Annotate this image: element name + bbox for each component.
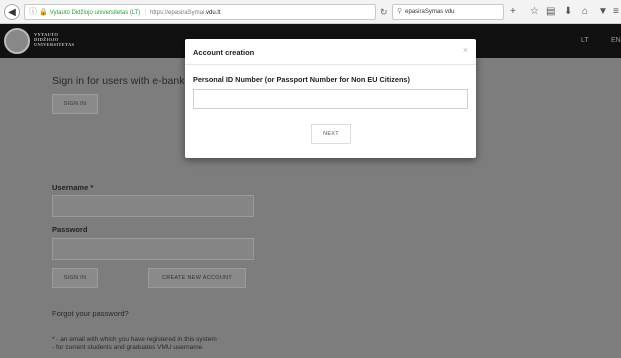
language-en-link[interactable]: EN <box>611 37 621 44</box>
username-label: Username * <box>52 183 94 192</box>
browser-search-input[interactable]: ⚲ epasiraSymas vdu <box>392 4 504 20</box>
modal-divider <box>185 64 476 65</box>
personal-id-label: Personal ID Number (or Passport Number f… <box>193 75 410 84</box>
create-account-button[interactable]: CREATE NEW ACCOUNT <box>148 268 246 288</box>
pocket-icon[interactable]: ▼ <box>598 5 608 19</box>
sso-signin-button[interactable]: SIGN IN <box>52 94 98 114</box>
search-icon: ⚲ <box>397 8 403 15</box>
url-bar[interactable]: ⓘ 🔒 Vytauto Didžiojo universitetas (LT) | ht… <box>24 4 376 20</box>
home-icon[interactable]: ⌂ <box>582 5 588 19</box>
password-input[interactable] <box>52 238 254 260</box>
download-icon[interactable]: ⬇ <box>564 5 572 19</box>
site-identity: Vytauto Didžiojo universitetas (LT) <box>49 10 141 16</box>
language-lt-link[interactable]: LT <box>581 37 589 44</box>
modal-title: Account creation <box>193 48 255 57</box>
username-input[interactable] <box>52 195 254 217</box>
star-icon[interactable]: ☆ <box>530 5 539 19</box>
bookmarks-icon[interactable]: ▤ <box>546 5 555 19</box>
url-domain: vdu.lt <box>206 10 221 16</box>
account-creation-modal: Account creation × Personal ID Number (o… <box>185 39 476 158</box>
add-tab-icon[interactable]: + <box>510 5 516 19</box>
next-button[interactable]: NEXT <box>311 124 351 144</box>
reload-icon[interactable]: ↻ <box>380 4 388 20</box>
menu-icon[interactable]: ≡ <box>613 5 619 19</box>
university-logo-text[interactable]: VYTAUTO DIDŽIOJO UNIVERSITETAS <box>34 32 74 47</box>
password-label: Password <box>52 225 88 234</box>
close-icon[interactable]: × <box>463 45 468 55</box>
university-seal-icon[interactable] <box>4 28 30 54</box>
sso-heading: Sign in for users with e-banking <box>52 75 199 87</box>
forgot-password-link[interactable]: Forgot your password? <box>52 309 129 318</box>
lock-icon[interactable]: 🔒 <box>39 9 48 16</box>
url-prefix: https://epasiraSymai. <box>149 10 207 16</box>
browser-search-value: epasiraSymas vdu <box>405 9 455 15</box>
personal-id-input[interactable] <box>193 89 468 109</box>
browser-toolbar: ◀ ⓘ 🔒 Vytauto Didžiojo universitetas (LT) |… <box>0 0 621 24</box>
info-icon[interactable]: ⓘ <box>29 7 37 16</box>
username-note: * - an email with which you have registe… <box>52 336 217 351</box>
signin-button[interactable]: SIGN IN <box>52 268 98 288</box>
back-icon[interactable]: ◀ <box>4 4 20 20</box>
